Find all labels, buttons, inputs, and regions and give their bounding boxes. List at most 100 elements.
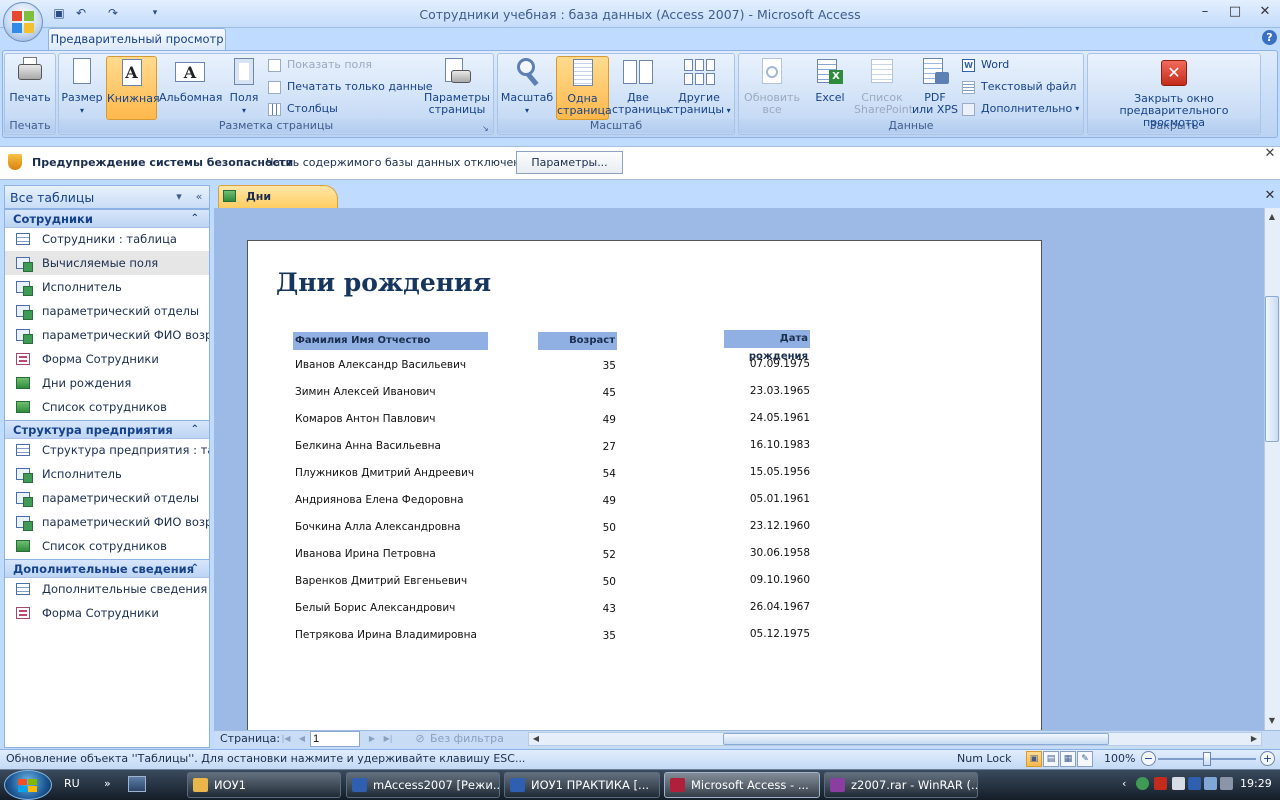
zoom-slider-knob[interactable] — [1203, 752, 1211, 766]
tray-app-icon[interactable] — [1172, 777, 1185, 790]
office-button[interactable] — [3, 2, 43, 42]
show-desktop-icon[interactable] — [128, 776, 146, 792]
nav-item[interactable]: Исполнитель — [5, 462, 209, 486]
export-word-button[interactable]: W Word — [962, 56, 1009, 74]
tray-expand-icon[interactable]: ‹ — [1122, 777, 1126, 790]
vertical-scrollbar[interactable] — [1264, 208, 1280, 730]
vertical-scroll-thumb[interactable] — [1265, 296, 1279, 442]
layout-view-icon[interactable]: ▦ — [1060, 751, 1076, 767]
taskbar-button[interactable]: ИОУ1 — [187, 772, 341, 798]
one-page-icon — [567, 57, 599, 89]
nav-item-label: Исполнитель — [42, 280, 122, 294]
nav-item[interactable]: Структура предприятия : та... — [5, 438, 209, 462]
maximize-button[interactable]: □ — [1226, 4, 1244, 20]
report-cell-age: 45 — [602, 387, 616, 399]
nav-item[interactable]: Список сотрудников — [5, 395, 209, 419]
scroll-down-icon[interactable]: ▼ — [1265, 714, 1279, 728]
previous-page-icon[interactable]: ◀ — [296, 733, 308, 745]
show-margins-checkbox[interactable]: Показать поля — [268, 56, 372, 74]
scroll-right-icon[interactable]: ▶ — [1247, 732, 1261, 745]
tray-power-icon[interactable] — [1220, 777, 1233, 790]
one-page-button[interactable]: Одна страница — [556, 56, 612, 120]
nav-item[interactable]: Дни рождения — [5, 371, 209, 395]
security-bar-close-icon[interactable]: ✕ — [1262, 146, 1278, 162]
column-header-name: Фамилия Имя Отчество — [293, 332, 488, 350]
language-indicator[interactable]: RU — [64, 777, 80, 790]
export-text-file-button[interactable]: Текстовый файл — [962, 78, 1076, 96]
columns-button[interactable]: Столбцы — [268, 100, 338, 118]
landscape-button[interactable]: A Альбомная — [159, 56, 222, 120]
export-pdf-button[interactable]: PDF или XPS — [912, 56, 958, 120]
design-view-icon[interactable]: ✎ — [1077, 751, 1093, 767]
last-page-icon[interactable]: ▶| — [382, 733, 394, 745]
close-preview-button[interactable]: ✕ Закрыть окно предварительного просмотр… — [1090, 56, 1258, 129]
horizontal-scroll-thumb[interactable] — [723, 733, 1109, 745]
nav-menu-chevron-icon[interactable]: ▾ — [172, 190, 186, 204]
taskbar-button[interactable]: ИОУ1 ПРАКТИКА [... — [504, 772, 660, 798]
next-page-icon[interactable]: ▶ — [366, 733, 378, 745]
size-button[interactable]: Размер ▾ — [60, 56, 104, 120]
nav-item[interactable]: параметрический отделы — [5, 486, 209, 510]
nav-item[interactable]: Сотрудники : таблица — [5, 227, 209, 251]
portrait-button[interactable]: A Книжная — [106, 56, 160, 120]
scroll-up-icon[interactable]: ▲ — [1265, 210, 1279, 224]
dialog-launcher-icon[interactable]: ↘ — [482, 124, 489, 133]
nav-item[interactable]: Форма Сотрудники — [5, 601, 209, 625]
taskbar-button[interactable]: Microsoft Access - ... — [664, 772, 820, 798]
page-setup-button[interactable]: Параметры страницы — [424, 56, 490, 120]
nav-item[interactable]: Дополнительные сведения :... — [5, 577, 209, 601]
taskbar-button-label: mAccess2007 [Режи... — [373, 778, 500, 792]
tray-network-icon[interactable] — [1136, 777, 1149, 790]
export-excel-button[interactable]: X Excel — [806, 56, 854, 120]
nav-item[interactable]: Исполнитель — [5, 275, 209, 299]
close-button[interactable]: ✕ — [1256, 4, 1274, 20]
security-options-button[interactable]: Параметры... — [516, 151, 623, 174]
tray-speaker-icon[interactable] — [1204, 777, 1217, 790]
refresh-all-button[interactable]: Обновить все — [742, 56, 802, 120]
nav-collapse-icon[interactable]: « — [192, 190, 206, 204]
export-more-button[interactable]: Дополнительно ▾ — [962, 100, 1079, 118]
export-sharepoint-button[interactable]: Список SharePoint — [854, 56, 913, 120]
document-close-icon[interactable]: ✕ — [1262, 188, 1278, 204]
page-setup-icon — [441, 56, 473, 88]
nav-group-structure[interactable]: Структура предприятия ⌃ — [5, 420, 209, 439]
nav-group-additional[interactable]: Дополнительные сведения ⌃ — [5, 559, 209, 578]
nav-item[interactable]: Форма Сотрудники — [5, 347, 209, 371]
tray-display-icon[interactable] — [1188, 777, 1201, 790]
clock[interactable]: 19:29 — [1240, 777, 1272, 790]
document-tab-birthdays[interactable]: Дни рождения — [218, 185, 338, 224]
two-pages-label-2: страницы — [612, 103, 669, 116]
help-icon[interactable]: ? — [1262, 30, 1277, 45]
nav-group-employees[interactable]: Сотрудники ⌃ — [5, 209, 209, 228]
tab-print-preview[interactable]: Предварительный просмотр — [48, 28, 226, 51]
print-preview-view-icon[interactable]: ▣ — [1026, 751, 1042, 767]
zoom-in-icon[interactable]: + — [1260, 751, 1275, 766]
page-label: Страница: — [220, 732, 281, 745]
nav-item[interactable]: Вычисляемые поля — [5, 251, 209, 275]
sharepoint-icon — [866, 56, 898, 88]
print-button[interactable]: Печать — [6, 56, 54, 120]
page-number-input[interactable] — [310, 731, 360, 747]
print-data-only-checkbox[interactable]: Печатать только данные — [268, 78, 433, 96]
taskbar-button[interactable]: z2007.rar - WinRAR (... — [824, 772, 978, 798]
more-pages-button[interactable]: Другие страницы ▾ — [666, 56, 732, 120]
margins-button[interactable]: Поля ▾ — [224, 56, 264, 120]
refresh-icon — [756, 56, 788, 88]
zoom-out-icon[interactable]: − — [1141, 751, 1156, 766]
filter-status[interactable]: Без фильтра — [430, 732, 504, 745]
first-page-icon[interactable]: |◀ — [280, 733, 292, 745]
nav-item[interactable]: параметрический ФИО возр... — [5, 323, 209, 347]
taskbar-button[interactable]: mAccess2007 [Режи... — [346, 772, 500, 798]
tray-antivirus-icon[interactable] — [1154, 777, 1167, 790]
chevron-double-right-icon[interactable]: » — [104, 777, 122, 793]
two-pages-button[interactable]: Две страницы — [612, 56, 669, 120]
nav-item[interactable]: параметрический отделы — [5, 299, 209, 323]
nav-item-label: Список сотрудников — [42, 400, 167, 414]
report-view-icon[interactable]: ▤ — [1043, 751, 1059, 767]
column-header-birthdate: Дата рождения — [724, 330, 810, 362]
nav-item[interactable]: Список сотрудников — [5, 534, 209, 558]
minimize-button[interactable]: – — [1196, 4, 1214, 20]
zoom-button[interactable]: Масштаб ▾ — [500, 56, 554, 120]
scroll-left-icon[interactable]: ◀ — [529, 732, 543, 745]
nav-item[interactable]: параметрический ФИО возр... — [5, 510, 209, 534]
